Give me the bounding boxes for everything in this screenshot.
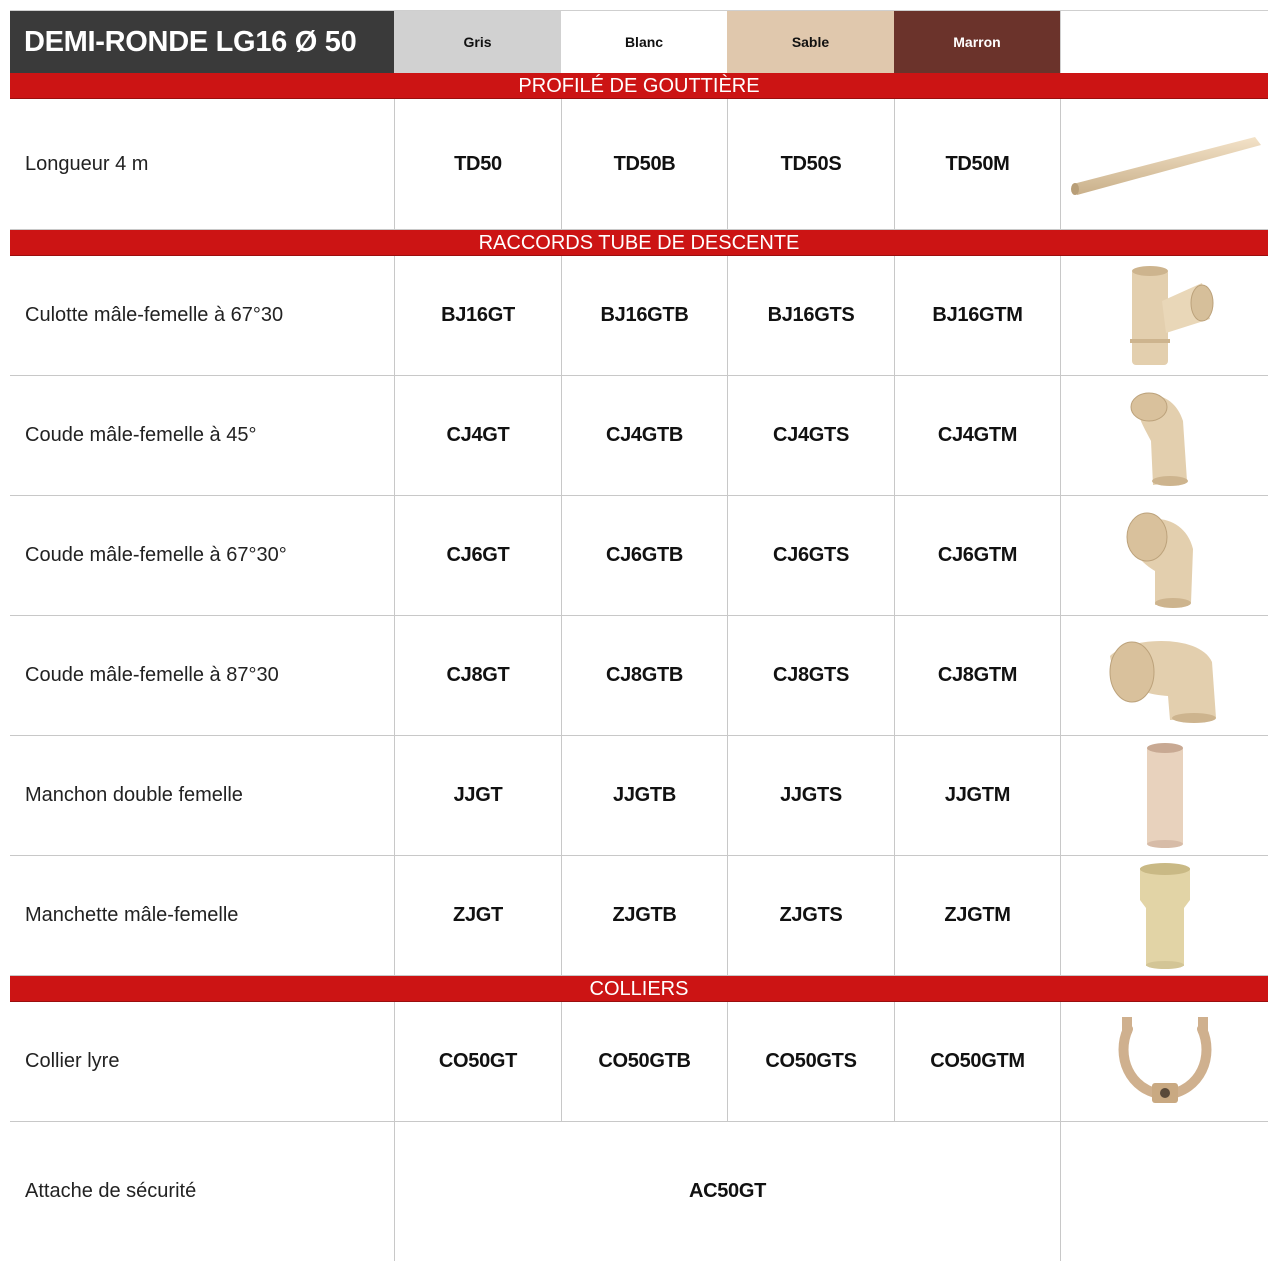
elbow-45-icon	[1060, 376, 1268, 495]
row-label: Coude mâle-femelle à 67°30°	[25, 544, 287, 566]
table-row: Coude mâle-femelle à 87°30 CJ8GT CJ8GTB …	[10, 616, 1268, 736]
table-row: Coude mâle-femelle à 67°30° CJ6GT CJ6GTB…	[10, 496, 1268, 616]
row-label: Manchon double femelle	[25, 784, 243, 806]
row-label: Collier lyre	[25, 1050, 120, 1072]
section-downpipe-heading: RACCORDS TUBE DE DESCENTE	[10, 230, 1268, 256]
table-row: Manchon double femelle JJGT JJGTB JJGTS …	[10, 736, 1268, 856]
code-marron: ZJGTM	[894, 856, 1060, 975]
lyre-collar-icon	[1060, 1002, 1268, 1121]
sleeve-icon	[1060, 736, 1268, 855]
code-gris: JJGT	[394, 736, 561, 855]
section-collars-heading: COLLIERS	[10, 976, 1268, 1002]
row-label: Culotte mâle-femelle à 67°30	[25, 304, 284, 326]
code-sable: ZJGTS	[727, 856, 894, 975]
color-column-marron: Marron	[894, 11, 1060, 73]
code-sable: JJGTS	[727, 736, 894, 855]
code-gris: CO50GT	[394, 1002, 561, 1121]
code-marron: CO50GTM	[894, 1002, 1060, 1121]
row-label: Longueur 4 m	[25, 152, 149, 175]
code-gris: CJ4GT	[394, 376, 561, 495]
code-sable: CO50GTS	[727, 1002, 894, 1121]
code-sable: BJ16GTS	[727, 256, 894, 375]
gutter-profile-icon	[1060, 99, 1268, 229]
code-gris: BJ16GT	[394, 256, 561, 375]
code-blanc: CO50GTB	[561, 1002, 727, 1121]
cuff-icon	[1060, 856, 1268, 975]
code-all-colors: AC50GT	[394, 1122, 1060, 1261]
elbow-87-icon	[1060, 616, 1268, 735]
row-label: Coude mâle-femelle à 87°30	[25, 664, 279, 686]
image-column-header	[1060, 11, 1268, 73]
code-gris: TD50	[394, 99, 561, 229]
table-row: Coude mâle-femelle à 45° CJ4GT CJ4GTB CJ…	[10, 376, 1268, 496]
code-marron: TD50M	[894, 99, 1060, 229]
code-blanc: CJ8GTB	[561, 616, 727, 735]
row-label: Coude mâle-femelle à 45°	[25, 424, 257, 446]
table-title: DEMI-RONDE LG16 Ø 50	[10, 11, 394, 73]
table-row: Collier lyre CO50GT CO50GTB CO50GTS CO50…	[10, 1002, 1268, 1122]
code-sable: CJ6GTS	[727, 496, 894, 615]
table-row: Culotte mâle-femelle à 67°30 BJ16GT BJ16…	[10, 256, 1268, 376]
code-marron: CJ4GTM	[894, 376, 1060, 495]
code-sable: CJ4GTS	[727, 376, 894, 495]
row-label: Attache de sécurité	[25, 1180, 197, 1202]
elbow-67-icon	[1060, 496, 1268, 615]
code-marron: CJ6GTM	[894, 496, 1060, 615]
row-label: Manchette mâle-femelle	[25, 904, 239, 926]
color-column-gris: Gris	[394, 11, 561, 73]
color-column-blanc: Blanc	[561, 11, 727, 73]
code-blanc: CJ4GTB	[561, 376, 727, 495]
image-cell-empty	[1060, 1122, 1268, 1261]
code-marron: CJ8GTM	[894, 616, 1060, 735]
section-profile-heading: PROFILÉ DE GOUTTIÈRE	[10, 73, 1268, 99]
code-marron: JJGTM	[894, 736, 1060, 855]
table-row: Attache de sécurité AC50GT	[10, 1122, 1268, 1261]
code-gris: ZJGT	[394, 856, 561, 975]
code-blanc: JJGTB	[561, 736, 727, 855]
code-gris: CJ8GT	[394, 616, 561, 735]
code-blanc: ZJGTB	[561, 856, 727, 975]
code-gris: CJ6GT	[394, 496, 561, 615]
code-marron: BJ16GTM	[894, 256, 1060, 375]
table-row: Longueur 4 m TD50 TD50B TD50S TD50M	[10, 99, 1268, 230]
color-column-sable: Sable	[727, 11, 894, 73]
table-row: Manchette mâle-femelle ZJGT ZJGTB ZJGTS …	[10, 856, 1268, 976]
y-branch-icon	[1060, 256, 1268, 375]
code-sable: TD50S	[727, 99, 894, 229]
code-blanc: TD50B	[561, 99, 727, 229]
code-sable: CJ8GTS	[727, 616, 894, 735]
code-blanc: CJ6GTB	[561, 496, 727, 615]
code-blanc: BJ16GTB	[561, 256, 727, 375]
table-header: DEMI-RONDE LG16 Ø 50 Gris Blanc Sable Ma…	[10, 10, 1268, 73]
product-table: DEMI-RONDE LG16 Ø 50 Gris Blanc Sable Ma…	[10, 10, 1268, 1261]
